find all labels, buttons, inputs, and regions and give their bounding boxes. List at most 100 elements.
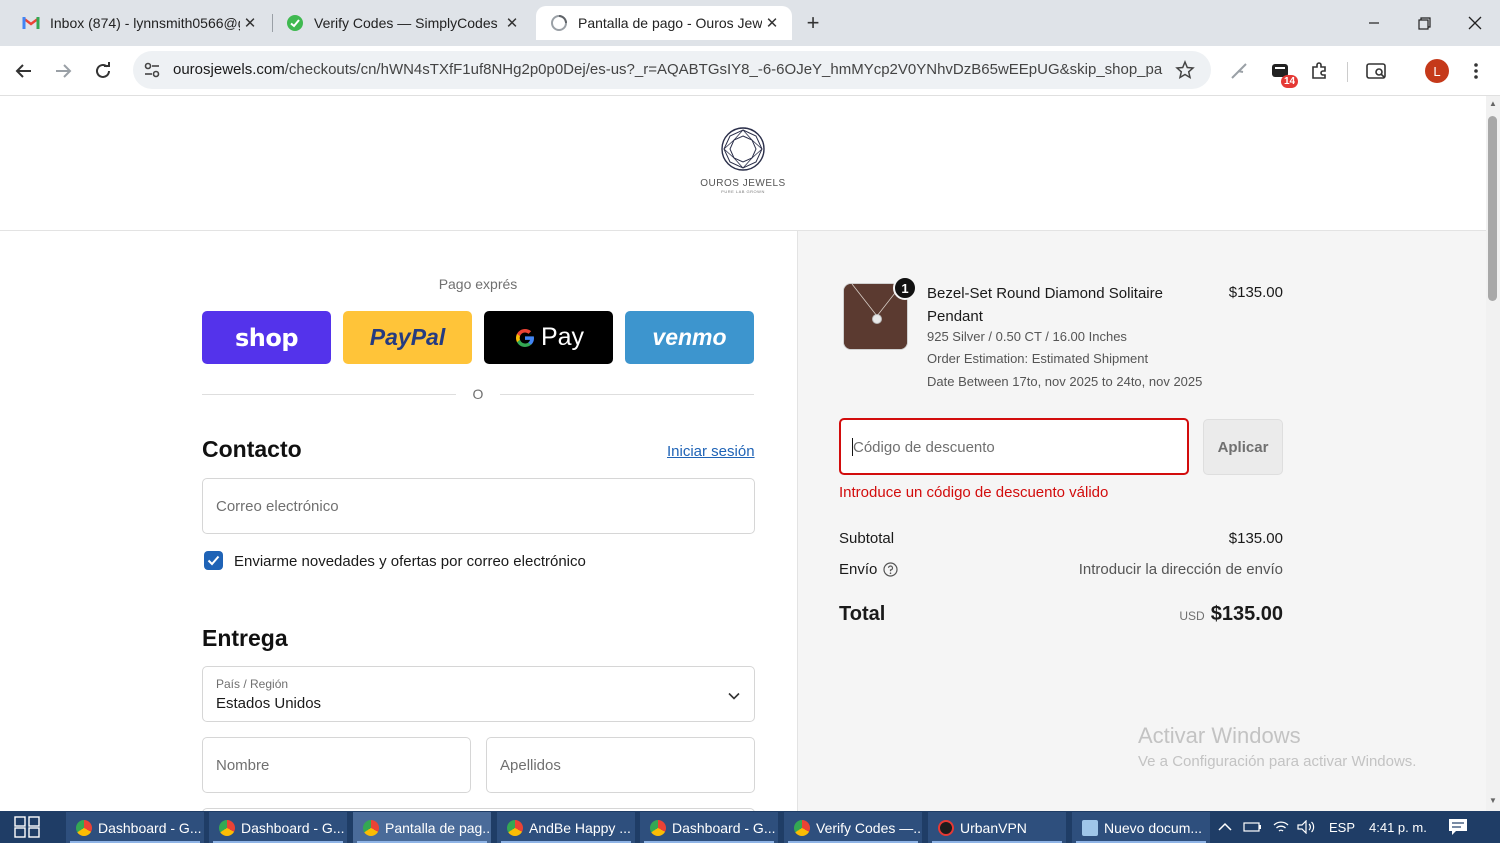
close-tab-icon[interactable]: ✕ [762,13,782,33]
newsletter-checkbox[interactable] [204,551,223,570]
url-text[interactable]: ourosjewels.com/checkouts/cn/hWN4sTXfF1u… [173,61,1163,78]
apply-discount-button[interactable]: Aplicar [1203,419,1283,475]
show-hidden-icons[interactable] [1218,811,1232,843]
minimize-button[interactable] [1351,8,1397,38]
volume-icon[interactable] [1297,811,1317,843]
clock[interactable]: 4:41 p. m. [1369,811,1427,843]
venmo-button[interactable]: venmo [625,311,754,364]
taskbar-item-active[interactable]: Pantalla de pag... [353,812,491,843]
shop-pay-label: shop [234,323,299,352]
or-divider: O [202,386,754,402]
taskbar-item[interactable]: Dashboard - G... [640,812,778,843]
email-field[interactable]: Correo electrónico [202,478,755,534]
windows-taskbar: Dashboard - G... Dashboard - G... Pantal… [0,811,1500,843]
express-checkout-title: Pago exprés [438,276,518,292]
country-value: Estados Unidos [216,695,322,712]
taskbar-item[interactable]: Nuevo docum... [1072,812,1210,843]
shop-pay-button[interactable]: shop [202,311,331,364]
google-pay-button[interactable]: Pay [484,311,613,364]
delivery-date-range: Date Between 17to, nov 2025 to 24to, nov… [927,374,1203,389]
menu-kebab-icon[interactable] [1460,55,1492,87]
scroll-up-arrow-icon[interactable]: ▲ [1488,99,1498,109]
address-bar[interactable]: ourosjewels.com/checkouts/cn/hWN4sTXfF1u… [133,51,1211,89]
close-window-button[interactable] [1452,8,1498,38]
profile-avatar[interactable]: L [1421,55,1453,87]
chevron-up-icon [1218,822,1232,831]
newsletter-label[interactable]: Enviarme novedades y ofertas por correo … [234,553,586,570]
taskbar-item[interactable]: UrbanVPN [928,812,1066,843]
tab-simplycodes[interactable]: Verify Codes — SimplyCodes ✕ [272,6,532,40]
extension-feather-icon[interactable] [1223,55,1255,87]
discount-placeholder: Código de descuento [853,439,995,456]
product-price: $135.00 [1228,284,1283,301]
country-select[interactable]: País / Región Estados Unidos [202,666,755,722]
product-name: Bezel-Set Round Diamond Solitaire Pendan… [927,285,1163,325]
checkout-page: OUROS JEWELS PURE LAB GROWN Pago exprés … [0,96,1486,811]
loading-icon [550,14,568,32]
tab-checkout[interactable]: Pantalla de pago - Ouros Jewel ✕ [536,6,792,40]
taskbar-label: Nuevo docum... [1104,819,1203,836]
notifications-icon[interactable] [1448,811,1468,843]
close-tab-icon[interactable]: ✕ [240,13,260,33]
subtotal-value: $135.00 [1228,530,1283,547]
total-amount: USD $135.00 [1179,603,1283,626]
tab-strip: Inbox (874) - lynnsmith0566@g ✕ Verify C… [0,0,1500,46]
paypal-button[interactable]: PayPal [343,311,472,364]
help-circle-icon[interactable] [883,562,898,577]
taskbar-label: Dashboard - G... [98,819,202,836]
forward-button[interactable] [47,55,79,87]
taskbar-label: Pantalla de pag... [385,819,491,836]
wifi-icon[interactable] [1272,811,1290,843]
windows-activation-watermark: Activar Windows Ve a Configuración para … [1138,723,1416,770]
taskbar-label: Dashboard - G... [241,819,345,836]
discount-code-input[interactable]: Código de descuento [839,418,1189,475]
chrome-icon [507,819,523,836]
urbanvpn-icon [938,819,954,836]
shipping-label: Envío [839,561,878,578]
tab-title: Verify Codes — SimplyCodes [314,15,498,31]
tab-title: Inbox (874) - lynnsmith0566@g [50,15,240,31]
chevron-down-icon [728,687,740,705]
extension-badge-icon[interactable]: 14 [1265,55,1299,88]
currency-code: USD [1179,609,1205,623]
first-name-placeholder: Nombre [216,757,270,774]
diamond-logo-icon [721,127,765,171]
page-scrollbar[interactable]: ▲ ▼ [1486,96,1500,811]
first-name-field[interactable]: Nombre [202,737,471,793]
reload-button[interactable] [87,55,119,87]
total-label: Total [839,603,886,625]
scroll-down-arrow-icon[interactable]: ▼ [1488,796,1498,806]
extensions-puzzle-icon[interactable] [1303,55,1335,87]
store-header: OUROS JEWELS PURE LAB GROWN [0,96,1486,231]
taskbar-item[interactable]: Dashboard - G... [66,812,204,843]
chrome-icon [363,819,379,836]
task-view-icon[interactable] [14,816,40,843]
quantity-badge: 1 [893,276,917,300]
extension-count-badge: 14 [1281,75,1299,88]
bookmark-star-icon[interactable] [1175,60,1195,85]
tab-search-icon[interactable] [1361,55,1393,87]
store-logo[interactable]: OUROS JEWELS PURE LAB GROWN [698,126,788,194]
taskbar-label: AndBe Happy ... [529,819,631,836]
back-button[interactable] [8,55,40,87]
power-icon[interactable] [1243,811,1263,843]
close-tab-icon[interactable]: ✕ [502,13,522,33]
taskbar-label: UrbanVPN [960,819,1027,836]
shipping-value: Introducir la dirección de envío [1078,561,1283,578]
chrome-icon [219,819,235,836]
site-settings-icon[interactable] [143,61,161,84]
tab-gmail[interactable]: Inbox (874) - lynnsmith0566@g ✕ [8,6,270,40]
taskbar-item[interactable]: Dashboard - G... [209,812,347,843]
chrome-icon [76,819,92,836]
scroll-thumb[interactable] [1488,116,1497,301]
new-tab-button[interactable]: + [800,10,826,36]
delivery-heading: Entrega [202,625,288,651]
taskbar-item[interactable]: AndBe Happy ... [497,812,635,843]
login-link[interactable]: Iniciar sesión [667,443,755,460]
last-name-field[interactable]: Apellidos [486,737,755,793]
language-indicator[interactable]: ESP [1329,811,1355,843]
discount-error-message: Introduce un código de descuento válido [839,484,1109,501]
taskbar-item[interactable]: Verify Codes —... [784,812,922,843]
restore-button[interactable] [1401,8,1447,38]
profile-initial: L [1425,59,1449,83]
